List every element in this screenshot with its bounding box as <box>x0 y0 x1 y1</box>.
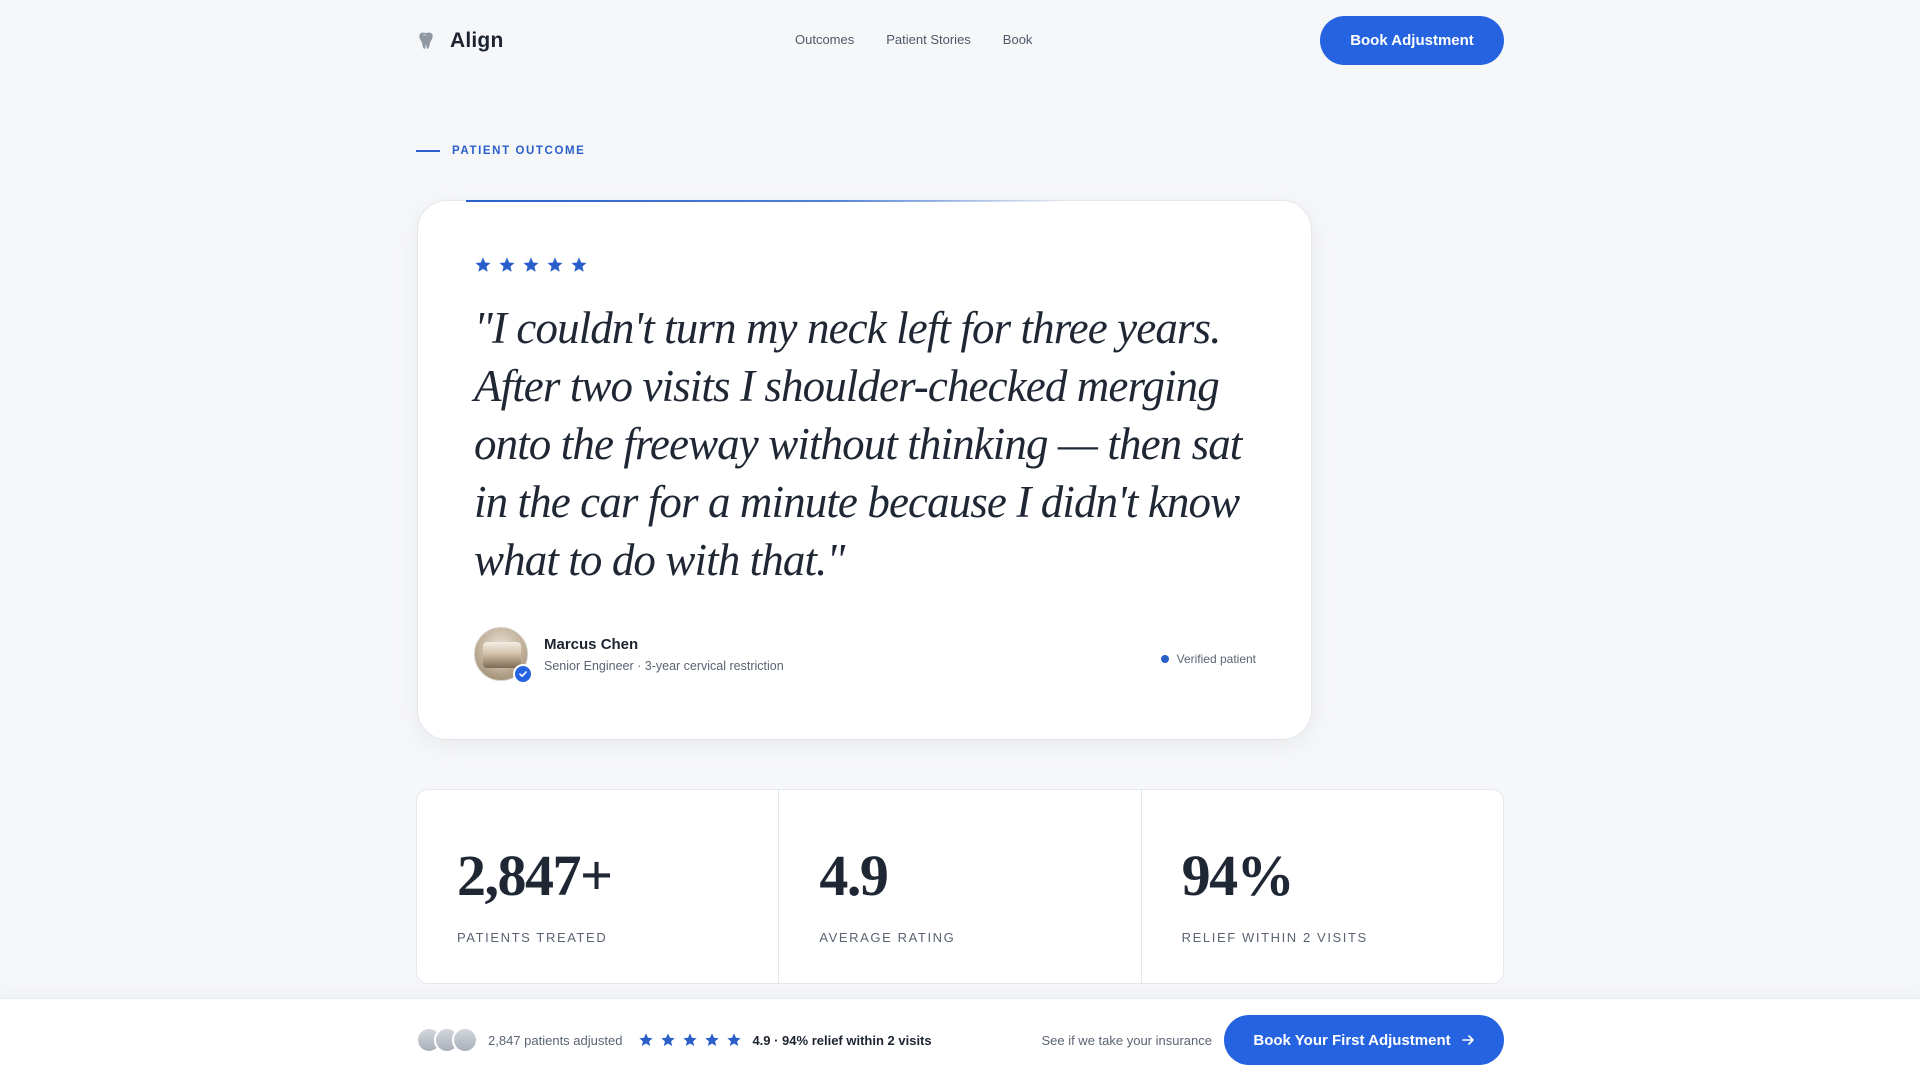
author-meta: Senior Engineer · 3-year cervical restri… <box>544 658 784 673</box>
arrow-right-icon <box>1461 1035 1474 1045</box>
patients-adjusted-text: 2,847 patients adjusted <box>488 1032 623 1048</box>
eyebrow-divider <box>416 150 440 152</box>
verified-dot-icon <box>1160 655 1169 663</box>
stat-relief: 94% RELIEF WITHIN 2 VISITS <box>1142 790 1503 983</box>
brand-logo[interactable]: Align <box>416 29 504 53</box>
author-name: Marcus Chen <box>544 635 639 653</box>
star-icon <box>705 1033 720 1046</box>
star-icon <box>683 1033 698 1046</box>
tooth-icon <box>416 30 436 52</box>
stat-value: 4.9 <box>819 843 889 908</box>
stat-average-rating: 4.9 AVERAGE RATING <box>779 790 1142 983</box>
star-icon <box>639 1033 654 1046</box>
avatar-photo <box>483 642 521 668</box>
booking-bar-content: 2,847 patients adjusted 4.9 · 94% relief… <box>416 999 1504 1080</box>
eyebrow-label: PATIENT OUTCOME <box>452 145 586 157</box>
sticky-booking-bar: 2,847 patients adjusted 4.9 · 94% relief… <box>0 998 1920 1080</box>
star-icon <box>571 257 587 272</box>
star-icon <box>499 257 515 272</box>
star-icon <box>523 257 539 272</box>
top-navbar: Align Outcomes Patient Stories Book Book… <box>416 16 1504 65</box>
author-info: Marcus Chen Senior Engineer · 3-year cer… <box>544 636 784 673</box>
stats-panel: 2,847+ PATIENTS TREATED 4.9 AVERAGE RATI… <box>416 789 1504 984</box>
testimonial-quote: "I couldn't turn my neck left for three … <box>474 303 1242 585</box>
verified-badge: Verified patient <box>1160 652 1256 666</box>
rating-summary: 4.9 · 94% relief within 2 visits <box>752 1032 932 1048</box>
verified-label: Verified patient <box>1176 652 1256 666</box>
insurance-link[interactable]: See if we take your insurance <box>1041 1033 1212 1048</box>
star-icon <box>547 257 563 272</box>
bar-star-rating <box>638 1032 742 1048</box>
testimonial-author: Marcus Chen Senior Engineer · 3-year cer… <box>474 627 784 684</box>
nav-links: Outcomes Patient Stories Book <box>795 32 1032 47</box>
section-eyebrow: PATIENT OUTCOME <box>416 145 585 157</box>
testimonial-card: "I couldn't turn my neck left for three … <box>417 200 1312 740</box>
nav-link-patient-stories[interactable]: Patient Stories <box>886 32 971 47</box>
patient-avatar-stack <box>416 1027 478 1053</box>
stat-label: AVERAGE RATING <box>819 930 956 945</box>
stat-label: PATIENTS TREATED <box>457 930 608 945</box>
star-icon <box>475 257 491 272</box>
nav-link-outcomes[interactable]: Outcomes <box>795 32 854 47</box>
cta-label: Book Your First Adjustment <box>1253 1031 1451 1049</box>
avatar <box>474 627 533 684</box>
brand-name: Align <box>450 28 504 52</box>
stat-value: 94% <box>1181 843 1295 908</box>
book-first-adjustment-button[interactable]: Book Your First Adjustment <box>1224 1015 1504 1065</box>
verified-check-icon <box>513 664 533 684</box>
stat-label: RELIEF WITHIN 2 VISITS <box>1181 930 1368 945</box>
star-icon <box>661 1033 676 1046</box>
star-icon <box>727 1033 742 1046</box>
avatar <box>452 1027 478 1053</box>
nav-link-book[interactable]: Book <box>1003 32 1033 47</box>
star-rating <box>474 256 588 274</box>
stat-value: 2,847+ <box>457 843 613 908</box>
card-accent-line <box>466 200 1066 202</box>
book-adjustment-button[interactable]: Book Adjustment <box>1320 16 1504 65</box>
stat-patients-treated: 2,847+ PATIENTS TREATED <box>417 790 780 983</box>
